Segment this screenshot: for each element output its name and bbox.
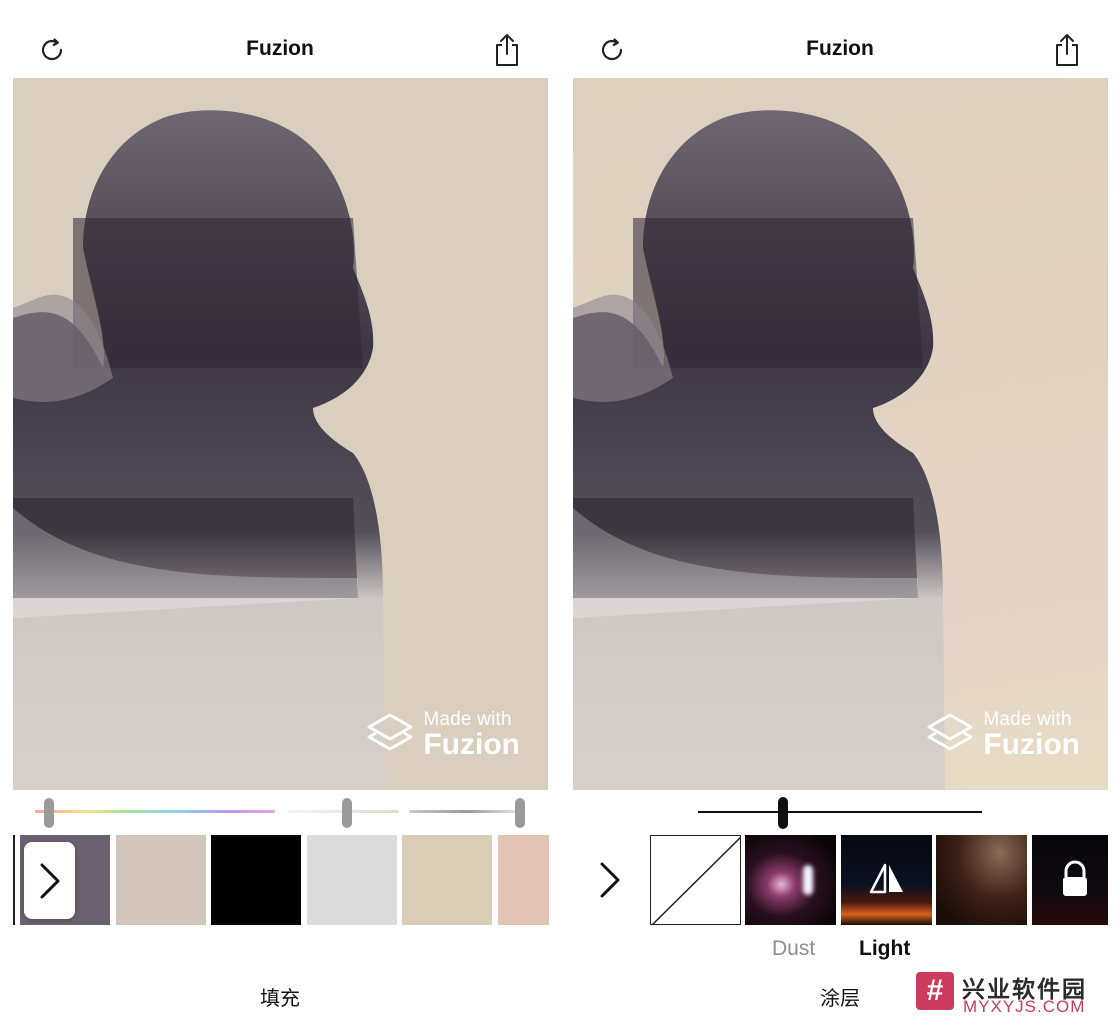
color-swatch[interactable] bbox=[211, 835, 301, 925]
site-watermark-logo: # 兴业软件园 MYXYJS.COM bbox=[916, 968, 1120, 1020]
watermark-line2: Fuzion bbox=[983, 728, 1080, 761]
texture-category-tabs: Dust Light bbox=[560, 937, 1120, 963]
texture-light[interactable] bbox=[936, 835, 1027, 925]
dust-highlight bbox=[803, 865, 813, 895]
edited-photo[interactable]: Made with Fuzion bbox=[13, 78, 548, 790]
flip-icon bbox=[869, 863, 903, 894]
category-light[interactable]: Light bbox=[859, 937, 910, 961]
color-sliders bbox=[35, 797, 526, 828]
texture-flip[interactable] bbox=[841, 835, 932, 925]
chevron-right-icon bbox=[600, 862, 620, 898]
expand-textures-button[interactable] bbox=[590, 850, 630, 910]
fill-panel: Fuzion Made with Fuzion 填充 bbox=[0, 0, 560, 1030]
saturation-slider-handle[interactable] bbox=[342, 798, 353, 828]
watermark-line2: Fuzion bbox=[423, 728, 520, 761]
lock-icon bbox=[1063, 860, 1087, 896]
hue-slider-track[interactable] bbox=[35, 810, 275, 813]
top-bar: Fuzion bbox=[0, 20, 560, 80]
fuzion-layers-icon bbox=[927, 713, 973, 751]
hue-slider-handle[interactable] bbox=[44, 798, 55, 828]
texture-dust[interactable] bbox=[745, 835, 836, 925]
chevron-right-icon bbox=[40, 863, 59, 898]
double-exposure-image bbox=[13, 110, 385, 790]
share-icon bbox=[1056, 34, 1078, 66]
texture-none[interactable] bbox=[650, 835, 741, 925]
none-icon bbox=[651, 836, 740, 924]
color-swatch-list bbox=[13, 835, 549, 925]
share-button[interactable] bbox=[487, 30, 527, 70]
overlay-panel: Fuzion Made with Fuzion Dust Light 涂层 bbox=[560, 0, 1120, 1030]
watermark-line1: Made with bbox=[423, 709, 512, 730]
fuzion-layers-icon bbox=[367, 713, 413, 751]
color-swatch[interactable] bbox=[115, 835, 206, 925]
top-bar: Fuzion bbox=[560, 20, 1120, 80]
slider-track[interactable] bbox=[698, 811, 982, 813]
made-with-fuzion-watermark: Made with Fuzion bbox=[365, 710, 520, 760]
overlay-opacity-slider[interactable] bbox=[698, 797, 982, 831]
expand-swatches-button[interactable] bbox=[24, 842, 75, 919]
fill-tab-label[interactable]: 填充 bbox=[0, 982, 560, 1011]
color-swatch[interactable] bbox=[306, 835, 397, 925]
texture-locked[interactable] bbox=[1032, 835, 1108, 925]
share-icon bbox=[496, 34, 518, 66]
hash-icon: # bbox=[916, 972, 954, 1010]
app-title: Fuzion bbox=[246, 37, 314, 60]
color-swatch[interactable] bbox=[402, 835, 492, 925]
slider-handle[interactable] bbox=[778, 797, 789, 829]
double-exposure-image bbox=[573, 110, 945, 790]
swatch-list-edge bbox=[13, 835, 15, 925]
brightness-slider-handle[interactable] bbox=[515, 798, 526, 828]
share-button[interactable] bbox=[1047, 30, 1087, 70]
category-dust[interactable]: Dust bbox=[772, 937, 815, 961]
app-title: Fuzion bbox=[806, 37, 874, 60]
site-name-en: MYXYJS.COM bbox=[963, 997, 1086, 1016]
watermark-line1: Made with bbox=[983, 709, 1072, 730]
brightness-slider-track[interactable] bbox=[409, 810, 525, 813]
color-swatch[interactable] bbox=[497, 835, 549, 925]
made-with-fuzion-watermark: Made with Fuzion bbox=[925, 710, 1080, 760]
edited-photo[interactable]: Made with Fuzion bbox=[573, 78, 1108, 790]
